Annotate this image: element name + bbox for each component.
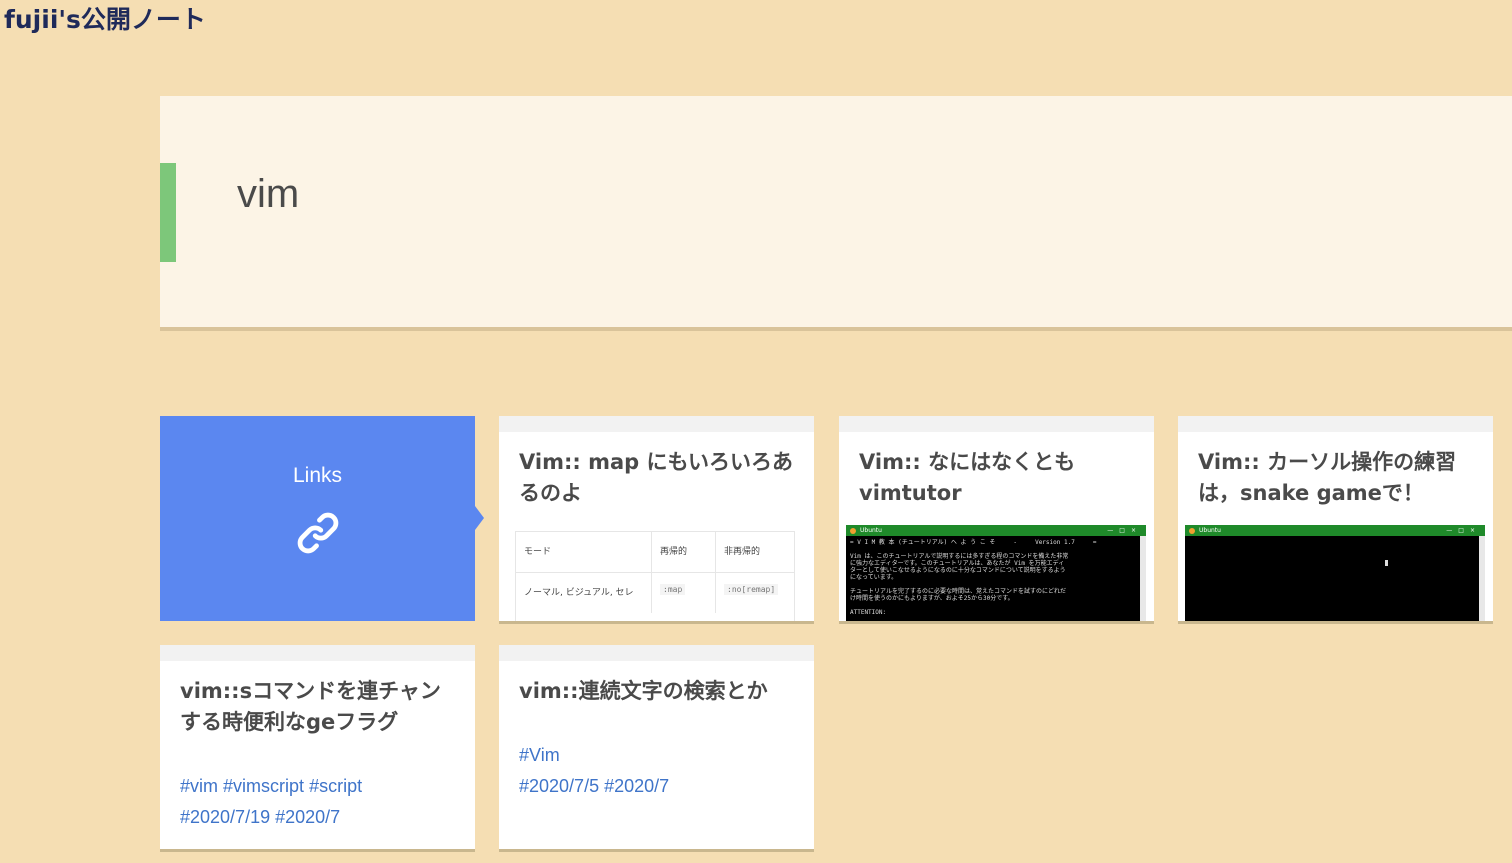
title-accent-bar	[160, 163, 176, 262]
card-header-strip	[1178, 416, 1493, 432]
page-card-vim-map[interactable]: Vim:: map にもいろいろあるのよ モード 再帰的 非再帰的 ノーマル, …	[499, 416, 814, 621]
card-thumbnail-terminal: Ubuntu —□× = V I M 教 本 (チュートリアル) へ よ う こ…	[846, 525, 1146, 621]
terminal-window-title: Ubuntu	[1199, 527, 1221, 534]
project-name-link[interactable]: fujii's公開ノート	[4, 2, 206, 38]
table-cell: :no[remap]	[716, 573, 794, 613]
page-card-s-command[interactable]: vim::sコマンドを連チャンする時便利なgeフラグ #vim #vimscri…	[160, 645, 475, 849]
window-controls-icon: —□×	[1107, 527, 1142, 534]
tag-list: #Vim	[499, 740, 814, 771]
date-tag-link[interactable]: #2020/7	[275, 807, 340, 827]
card-header-strip	[499, 645, 814, 661]
table-cell: :map	[652, 573, 716, 613]
table-cell: ノーマル, ビジュアル, セレ	[516, 573, 652, 613]
table-header-cell: 再帰的	[652, 532, 716, 572]
terminal-screen: = V I M 教 本 (チュートリアル) へ よ う こ そ - Versio…	[850, 539, 1097, 616]
terminal-titlebar: Ubuntu —□×	[1185, 525, 1485, 536]
link-icon	[297, 512, 339, 554]
window-controls-icon: —□×	[1446, 527, 1481, 534]
table-row: ノーマル, ビジュアル, セレ :map :no[remap]	[516, 573, 794, 613]
terminal-window-title: Ubuntu	[860, 527, 882, 534]
card-title: vim::連続文字の検索とか	[519, 679, 768, 703]
card-header-strip	[499, 416, 814, 432]
date-tag-link[interactable]: #2020/7/5	[519, 776, 599, 796]
terminal-titlebar: Ubuntu —□×	[846, 525, 1146, 536]
tag-link[interactable]: #vimscript	[223, 776, 304, 796]
card-thumbnail-terminal: Ubuntu —□×	[1185, 525, 1485, 621]
terminal-scrollbar	[1479, 536, 1485, 621]
card-title: Vim:: map にもいろいろあるのよ	[519, 450, 794, 505]
card-thumbnail-table: モード 再帰的 非再帰的 ノーマル, ビジュアル, セレ :map :no[re…	[515, 531, 795, 621]
card-header-strip	[839, 416, 1154, 432]
card-title: vim::sコマンドを連チャンする時便利なgeフラグ	[180, 679, 441, 734]
table-header-cell: モード	[516, 532, 652, 572]
card-header-strip	[160, 645, 475, 661]
game-cursor	[1385, 560, 1388, 566]
date-tag-link[interactable]: #2020/7/19	[180, 807, 270, 827]
tag-link[interactable]: #script	[309, 776, 362, 796]
date-tag-list: #2020/7/19 #2020/7	[160, 802, 475, 833]
page-card-consecutive-search[interactable]: vim::連続文字の検索とか #Vim #2020/7/5 #2020/7	[499, 645, 814, 849]
table-header-row: モード 再帰的 非再帰的	[516, 532, 794, 573]
code-cell: :map	[660, 584, 686, 595]
date-tag-link[interactable]: #2020/7	[604, 776, 669, 796]
page-title-card: vim	[160, 96, 1512, 327]
page-title: vim	[237, 172, 300, 216]
links-card-pointer	[475, 506, 484, 530]
links-card[interactable]: Links	[160, 416, 475, 621]
ubuntu-icon	[850, 527, 856, 534]
ubuntu-icon	[1189, 527, 1195, 534]
tag-list: #vim #vimscript #script	[160, 771, 475, 802]
table-header-cell: 非再帰的	[724, 547, 761, 557]
card-title: Vim:: なにはなくともvimtutor	[859, 450, 1076, 505]
terminal-scrollbar	[1140, 536, 1146, 621]
page-card-vimtutor[interactable]: Vim:: なにはなくともvimtutor Ubuntu —□× = V I M…	[839, 416, 1154, 621]
code-cell: :no[remap]	[724, 584, 779, 595]
links-label: Links	[292, 464, 343, 487]
page-card-snake-game[interactable]: Vim:: カーソル操作の練習は，snake gameで！ Ubuntu —□×	[1178, 416, 1493, 621]
date-tag-list: #2020/7/5 #2020/7	[499, 771, 814, 802]
card-title: Vim:: カーソル操作の練習は，snake gameで！	[1198, 450, 1457, 505]
tag-link[interactable]: #Vim	[519, 745, 560, 765]
tag-link[interactable]: #vim	[180, 776, 218, 796]
